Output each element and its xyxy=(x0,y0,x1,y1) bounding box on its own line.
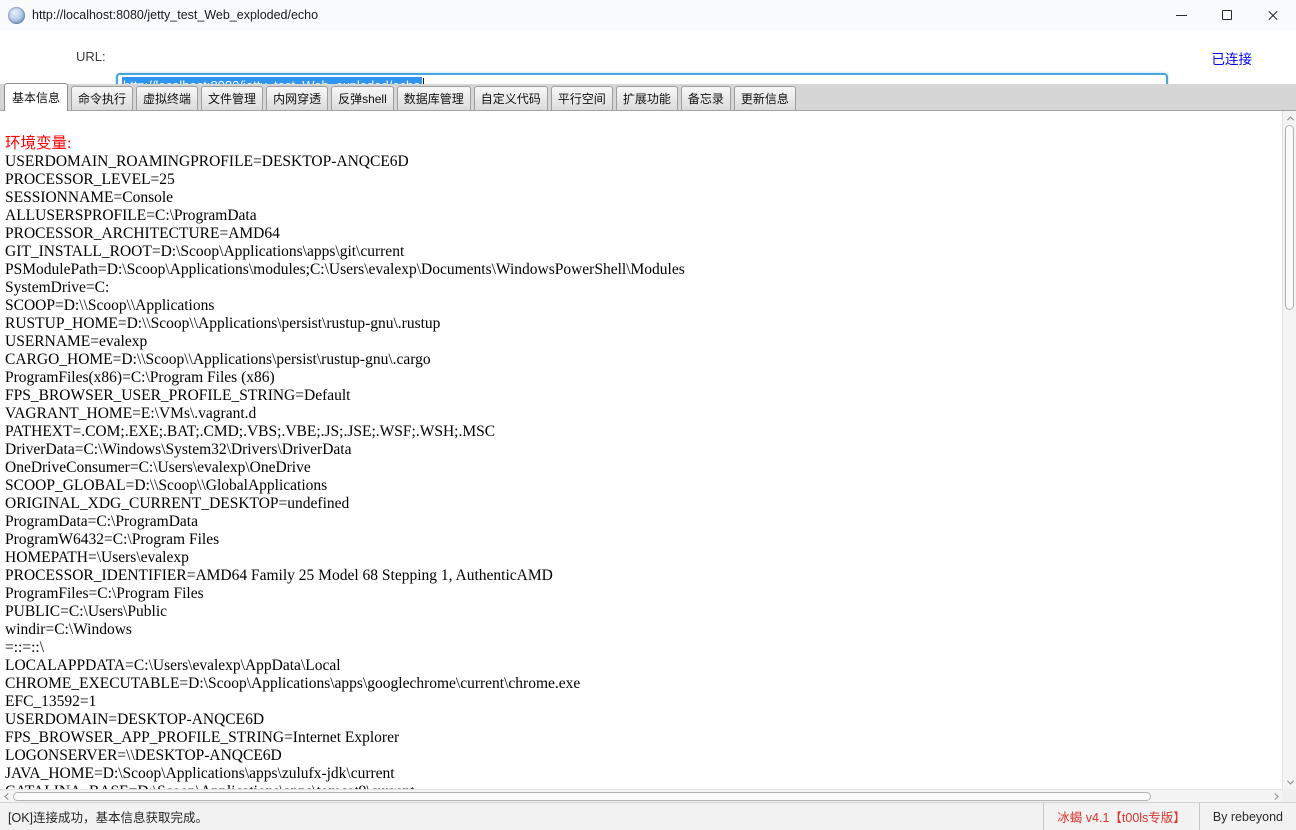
tab[interactable]: 虚拟终端 xyxy=(136,86,198,111)
chevron-down-icon xyxy=(1286,777,1293,784)
env-line: PUBLIC=C:\Users\Public xyxy=(5,603,1282,621)
tab[interactable]: 平行空间 xyxy=(551,86,613,111)
env-line: PROCESSOR_LEVEL=25 xyxy=(5,171,1282,189)
vertical-scrollbar-thumb[interactable] xyxy=(1285,125,1294,310)
env-line: ALLUSERSPROFILE=C:\ProgramData xyxy=(5,207,1282,225)
horizontal-scrollbar[interactable] xyxy=(0,789,1282,802)
env-line: SCOOP=D:\\Scoop\\Applications xyxy=(5,297,1282,315)
minimize-icon xyxy=(1176,15,1187,16)
env-line: ProgramData=C:\ProgramData xyxy=(5,513,1282,531)
env-line: ProgramW6432=C:\Program Files xyxy=(5,531,1282,549)
env-line: OneDriveConsumer=C:\Users\evalexp\OneDri… xyxy=(5,459,1282,477)
tab[interactable]: 备忘录 xyxy=(681,86,731,111)
env-line: RUSTUP_HOME=D:\\Scoop\\Applications\pers… xyxy=(5,315,1282,333)
env-line: ORIGINAL_XDG_CURRENT_DESKTOP=undefined xyxy=(5,495,1282,513)
tab[interactable]: 数据库管理 xyxy=(397,86,471,111)
env-line: DriverData=C:\Windows\System32\Drivers\D… xyxy=(5,441,1282,459)
horizontal-scrollbar-thumb[interactable] xyxy=(13,792,1151,801)
env-line: EFC_13592=1 xyxy=(5,693,1282,711)
author-label: By rebeyond xyxy=(1213,810,1283,824)
env-line: SystemDrive=C: xyxy=(5,279,1282,297)
author-segment: By rebeyond xyxy=(1199,803,1296,830)
env-line: PROCESSOR_ARCHITECTURE=AMD64 xyxy=(5,225,1282,243)
env-line: windir=C:\Windows xyxy=(5,621,1282,639)
env-line: USERNAME=evalexp xyxy=(5,333,1282,351)
env-line: LOCALAPPDATA=C:\Users\evalexp\AppData\Lo… xyxy=(5,657,1282,675)
env-line: SESSIONNAME=Console xyxy=(5,189,1282,207)
chevron-up-icon xyxy=(1286,116,1293,123)
chevron-left-icon xyxy=(4,793,11,800)
status-bar: [OK]连接成功，基本信息获取完成。 冰蝎 v4.1【t00ls专版】 By r… xyxy=(0,802,1296,830)
tab[interactable]: 命令执行 xyxy=(71,86,133,111)
tab[interactable]: 扩展功能 xyxy=(616,86,678,111)
title-bar[interactable]: http://localhost:8080/jetty_test_Web_exp… xyxy=(0,0,1296,30)
env-line: CHROME_EXECUTABLE=D:\Scoop\Applications\… xyxy=(5,675,1282,693)
maximize-button[interactable] xyxy=(1204,0,1250,30)
url-label: URL: xyxy=(76,49,106,64)
version-label: 冰蝎 v4.1【t00ls专版】 xyxy=(1057,807,1186,826)
env-line: FPS_BROWSER_APP_PROFILE_STRING=Internet … xyxy=(5,729,1282,747)
tab[interactable]: 更新信息 xyxy=(734,86,796,111)
env-line: PATHEXT=.COM;.EXE;.BAT;.CMD;.VBS;.VBE;.J… xyxy=(5,423,1282,441)
env-line: PROCESSOR_IDENTIFIER=AMD64 Family 25 Mod… xyxy=(5,567,1282,585)
scroll-up-button[interactable] xyxy=(1283,112,1296,124)
basic-info-pane[interactable]: 环境变量: USERDOMAIN_ROAMINGPROFILE=DESKTOP-… xyxy=(0,111,1282,789)
url-toolbar: URL: http://localhost:8080/jetty_test_We… xyxy=(0,30,1296,84)
env-line: JAVA_HOME=D:\Scoop\Applications\apps\zul… xyxy=(5,765,1282,783)
env-line: =::=::\ xyxy=(5,639,1282,657)
tab[interactable]: 反弹shell xyxy=(331,86,394,111)
minimize-button[interactable] xyxy=(1158,0,1204,30)
env-line: ProgramFiles=C:\Program Files xyxy=(5,585,1282,603)
app-icon xyxy=(8,7,25,24)
env-line: CARGO_HOME=D:\\Scoop\\Applications\persi… xyxy=(5,351,1282,369)
env-vars-heading: 环境变量: xyxy=(5,135,1282,153)
env-line: LOGONSERVER=\\DESKTOP-ANQCE6D xyxy=(5,747,1282,765)
scrollbar-corner xyxy=(1282,789,1296,802)
maximize-icon xyxy=(1222,10,1232,20)
window-controls xyxy=(1158,0,1296,30)
close-icon xyxy=(1267,9,1279,21)
chevron-right-icon xyxy=(1271,793,1278,800)
tab-bar: 基本信息命令执行虚拟终端文件管理内网穿透反弹shell数据库管理自定义代码平行空… xyxy=(0,84,1296,111)
env-line: PSModulePath=D:\Scoop\Applications\modul… xyxy=(5,261,1282,279)
env-line: FPS_BROWSER_USER_PROFILE_STRING=Default xyxy=(5,387,1282,405)
env-line: GIT_INSTALL_ROOT=D:\Scoop\Applications\a… xyxy=(5,243,1282,261)
status-bar-right: 冰蝎 v4.1【t00ls专版】 By rebeyond xyxy=(1043,803,1296,830)
connection-status-link[interactable]: 已连接 xyxy=(1212,48,1253,68)
vertical-scrollbar[interactable] xyxy=(1282,111,1296,789)
tab[interactable]: 基本信息 xyxy=(4,83,68,111)
tab[interactable]: 内网穿透 xyxy=(266,86,328,111)
tab[interactable]: 文件管理 xyxy=(201,86,263,111)
env-line: VAGRANT_HOME=E:\VMs\.vagrant.d xyxy=(5,405,1282,423)
env-line: ProgramFiles(x86)=C:\Program Files (x86) xyxy=(5,369,1282,387)
env-line: HOMEPATH=\Users\evalexp xyxy=(5,549,1282,567)
status-message: [OK]连接成功，基本信息获取完成。 xyxy=(0,807,208,826)
scroll-down-button[interactable] xyxy=(1283,776,1296,788)
tabs-row: 基本信息命令执行虚拟终端文件管理内网穿透反弹shell数据库管理自定义代码平行空… xyxy=(4,83,796,111)
tab[interactable]: 自定义代码 xyxy=(474,86,548,111)
env-vars-list: USERDOMAIN_ROAMINGPROFILE=DESKTOP-ANQCE6… xyxy=(5,153,1282,789)
env-line: USERDOMAIN_ROAMINGPROFILE=DESKTOP-ANQCE6… xyxy=(5,153,1282,171)
version-segment: 冰蝎 v4.1【t00ls专版】 xyxy=(1043,803,1199,830)
close-button[interactable] xyxy=(1250,0,1296,30)
window-title: http://localhost:8080/jetty_test_Web_exp… xyxy=(32,8,318,22)
env-line: SCOOP_GLOBAL=D:\\Scoop\\GlobalApplicatio… xyxy=(5,477,1282,495)
env-line: USERDOMAIN=DESKTOP-ANQCE6D xyxy=(5,711,1282,729)
behinder-window: http://localhost:8080/jetty_test_Web_exp… xyxy=(0,0,1296,830)
